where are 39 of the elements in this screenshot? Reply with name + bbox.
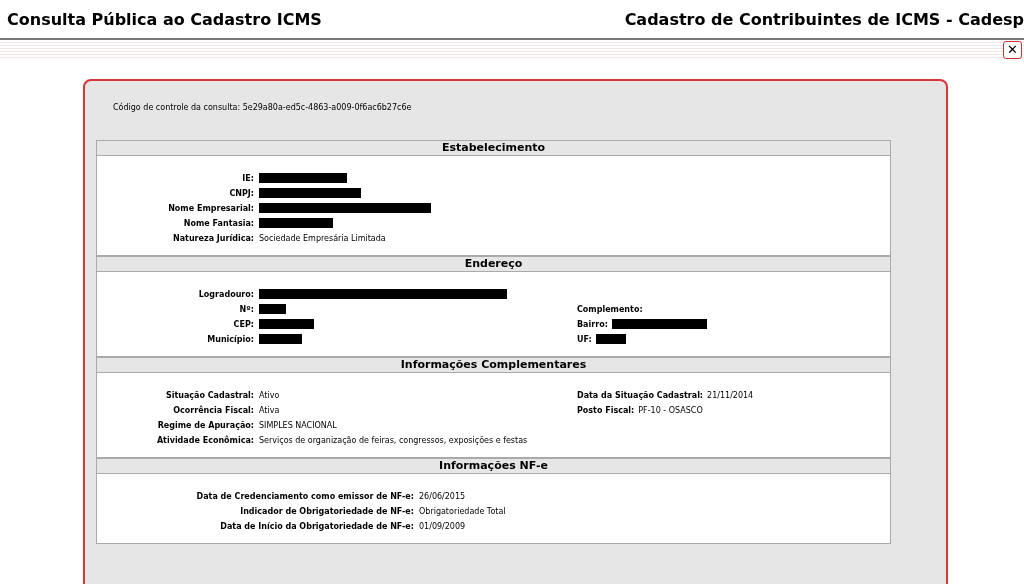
field-label: Atividade Econômica: <box>155 434 254 447</box>
field-value: 01/09/2009 <box>419 521 466 533</box>
field-label: CNPJ: <box>228 188 254 200</box>
field-label: UF: <box>577 334 592 346</box>
field-label: Ocorrência Fiscal: <box>172 404 254 417</box>
field-value: Serviços de organização de feiras, congressos, exposições e festas <box>259 435 528 447</box>
field-label: Nome Empresarial: <box>167 203 254 215</box>
field-label: Regime de Apuração: <box>156 420 254 432</box>
field-label: Situação Cadastral: <box>164 390 254 402</box>
field-label: Indicador de Obrigatoriedade de NF-e: <box>239 506 414 518</box>
section-header: Estabelecimento <box>97 141 890 156</box>
field-label: CEP: <box>232 319 254 331</box>
field-label: Nº: <box>238 304 254 316</box>
field-value: 26/06/2015 <box>419 491 466 503</box>
field-label: Data da Situação Cadastral: <box>577 390 704 402</box>
field-label: Município: <box>206 334 254 346</box>
field-label: Bairro: <box>577 319 608 331</box>
page-title: Consulta Pública ao Cadastro ICMS <box>7 9 322 29</box>
field-value: Sociedade Empresária Limitada <box>259 233 386 245</box>
field-label: Data de Início da Obrigatoriedade de NF-e: <box>219 521 414 533</box>
field-label: Nome Fantasia: <box>182 218 254 230</box>
field-label: Complemento: <box>577 304 643 316</box>
field-value: Ativo <box>259 390 280 402</box>
control-code: Código de controle da consulta: 5e29a80a-ed5c-4863-a009-0f6ac6b27c6e <box>112 103 413 112</box>
field-value: SIMPLES NACIONAL <box>259 420 337 432</box>
field-value: Ativa <box>259 405 280 417</box>
field-value: PF-10 - OSASCO <box>638 405 703 417</box>
section-header: Endereço <box>97 257 890 272</box>
close-button[interactable]: ✕ <box>1003 41 1022 59</box>
field-label: Logradouro: <box>197 289 254 301</box>
field-label: Natureza Jurídica: <box>172 233 254 245</box>
section-header: Informações Complementares <box>97 358 890 373</box>
page-subtitle: Cadastro de Contribuintes de ICMS - Cadesp <box>624 9 1024 29</box>
field-label: Posto Fiscal: <box>577 405 635 417</box>
field-value: 21/11/2014 <box>707 390 754 402</box>
field-value: Obrigatoriedade Total <box>419 506 506 518</box>
field-label: Data de Credenciamento como emissor de NF-e: <box>195 491 414 503</box>
field-label: IE: <box>241 173 254 185</box>
section-header: Informações NF-e <box>97 459 890 474</box>
